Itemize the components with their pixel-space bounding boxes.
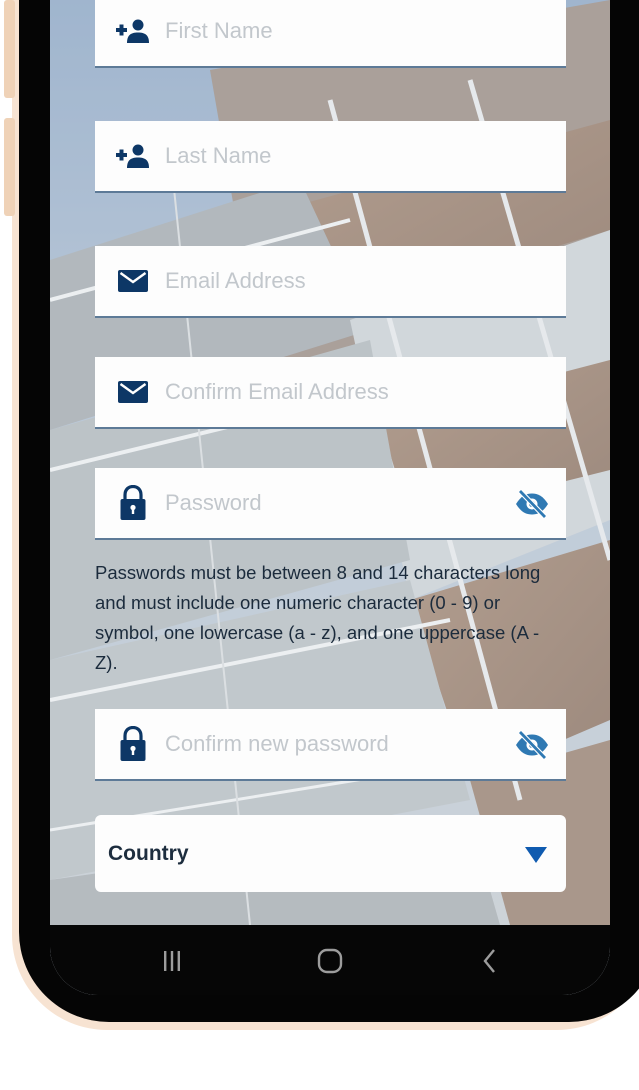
password-field[interactable]: Password <box>95 468 566 540</box>
eye-off-icon[interactable] <box>514 488 550 520</box>
password-requirements-hint: Passwords must be between 8 and 14 chara… <box>95 562 541 673</box>
confirm-password-field[interactable]: Confirm new password <box>95 709 566 781</box>
password-placeholder: Password <box>165 490 262 515</box>
envelope-icon <box>113 372 153 412</box>
lock-icon <box>113 724 153 764</box>
back-icon[interactable] <box>465 943 515 979</box>
email-field[interactable]: Email Address <box>95 246 566 318</box>
lock-icon <box>113 483 153 523</box>
volume-down-key <box>4 118 15 216</box>
volume-up-key <box>4 0 15 98</box>
home-icon[interactable] <box>305 943 355 979</box>
caret-down-icon <box>524 846 548 864</box>
email-placeholder: Email Address <box>165 268 306 293</box>
phone-screen: First Name Last Name Email Address Confi… <box>50 0 610 995</box>
envelope-icon <box>113 261 153 301</box>
system-navigation-bar <box>50 925 610 995</box>
first-name-field[interactable]: First Name <box>95 0 566 68</box>
confirm-password-placeholder: Confirm new password <box>165 731 389 756</box>
first-name-placeholder: First Name <box>165 18 273 43</box>
country-select[interactable]: Country <box>95 815 566 892</box>
eye-off-icon[interactable] <box>514 729 550 761</box>
add-person-icon <box>113 136 153 176</box>
last-name-placeholder: Last Name <box>165 143 272 168</box>
country-label: Country <box>108 841 189 865</box>
last-name-field[interactable]: Last Name <box>95 121 566 193</box>
recent-apps-icon[interactable] <box>147 943 197 979</box>
confirm-email-placeholder: Confirm Email Address <box>165 379 389 404</box>
add-person-icon <box>113 11 153 51</box>
confirm-email-field[interactable]: Confirm Email Address <box>95 357 566 429</box>
